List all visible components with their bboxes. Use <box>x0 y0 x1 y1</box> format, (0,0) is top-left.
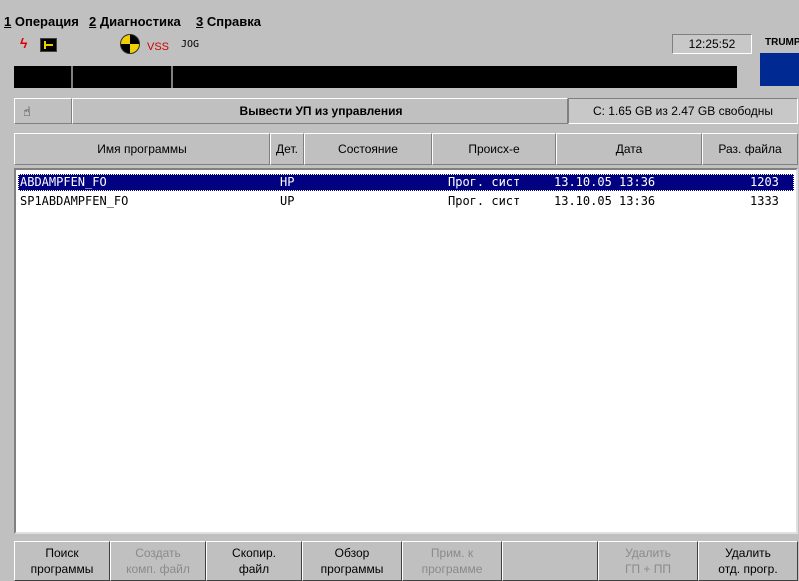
softkey-bar: Поиск программы Создать комп. файл Скопи… <box>14 541 798 581</box>
softkey-label: Прим. к <box>430 546 474 560</box>
vss-label: VSS <box>147 41 170 53</box>
row-date: 13.10.05 13:36 <box>554 175 656 189</box>
table-row[interactable]: SP1ABDAMPFEN_FO UP Прог. сист 13.10.05 1… <box>18 193 794 210</box>
col-header-name[interactable]: Имя программы <box>14 133 270 165</box>
browse-program-button[interactable]: Обзор программы <box>302 541 402 581</box>
col-header-date[interactable]: Дата <box>556 133 702 165</box>
clock-display: 12:25:52 <box>672 34 752 54</box>
softkey-label: комп. файл <box>126 562 190 576</box>
message-bar-divider <box>171 66 173 88</box>
row-date: 13.10.05 13:36 <box>554 194 656 208</box>
menu-operation[interactable]: 1 Операция <box>4 14 79 29</box>
message-bar-divider <box>71 66 73 88</box>
copy-file-button[interactable]: Скопир. файл <box>206 541 302 581</box>
col-header-state[interactable]: Состояние <box>304 133 432 165</box>
row-origin: Прог. сист <box>448 194 521 208</box>
softkey-label: Скопир. <box>232 546 276 560</box>
menu-diagnostics[interactable]: 2 Диагностика <box>89 14 181 29</box>
row-part: HP <box>280 175 295 189</box>
col-header-part[interactable]: Дет. <box>270 133 304 165</box>
softkey-label: Поиск <box>45 546 79 560</box>
program-note-button[interactable]: Прим. к программе <box>402 541 502 581</box>
menu-help[interactable]: 3 Справка <box>196 14 261 29</box>
brand-logo: TRUMPF <box>765 37 799 48</box>
row-size: 1333 <box>750 194 779 208</box>
row-origin: Прог. сист <box>448 175 521 189</box>
empty-softkey[interactable] <box>502 541 598 581</box>
alarm-flash-icon: ϟ <box>20 35 28 51</box>
softkey-label: Обзор <box>334 546 370 560</box>
col-header-size[interactable]: Раз. файла <box>702 133 798 165</box>
status-row: ϟ VSS JOG 12:25:52 TRUMPF <box>14 33 799 86</box>
hand-button[interactable]: ☝ <box>14 98 72 124</box>
row-part: UP <box>280 194 295 208</box>
title-row: ☝ Вывести УП из управления C: 1.65 GB из… <box>14 98 798 124</box>
page-title: Вывести УП из управления <box>239 104 403 118</box>
row-name: ABDAMPFEN_FO <box>20 175 107 189</box>
menu-bar: 1 Операция 2 Диагностика 3 Справка <box>0 0 799 31</box>
softkey-label: Создать <box>135 546 181 560</box>
message-bar <box>14 66 737 88</box>
mode-label: JOG <box>181 39 200 50</box>
softkey-label: Удалить <box>725 546 771 560</box>
program-list[interactable]: ABDAMPFEN_FO HP Прог. сист 13.10.05 13:3… <box>14 168 798 534</box>
door-interlock-icon <box>40 38 57 52</box>
row-name: SP1ABDAMPFEN_FO <box>20 194 129 208</box>
softkey-label: файл <box>238 562 270 576</box>
vss-indicator-icon <box>120 34 140 54</box>
col-header-origin[interactable]: Происх-е <box>432 133 556 165</box>
column-headers: Имя программы Дет. Состояние Происх-е Да… <box>14 133 798 165</box>
softkey-label: программы <box>320 562 384 576</box>
delete-main-sub-button[interactable]: Удалить ГП + ПП <box>598 541 698 581</box>
brand-logo-box <box>760 53 799 86</box>
table-row[interactable]: ABDAMPFEN_FO HP Прог. сист 13.10.05 13:3… <box>18 174 794 191</box>
page-title-panel: Вывести УП из управления <box>72 98 568 124</box>
create-comp-file-button[interactable]: Создать комп. файл <box>110 541 206 581</box>
softkey-label: программе <box>421 562 483 576</box>
softkey-label: программы <box>30 562 94 576</box>
softkey-label: ГП + ПП <box>624 562 672 576</box>
delete-single-program-button[interactable]: Удалить отд. прогр. <box>698 541 798 581</box>
softkey-label: отд. прогр. <box>718 562 778 576</box>
search-program-button[interactable]: Поиск программы <box>14 541 110 581</box>
row-size: 1203 <box>750 175 779 189</box>
disk-space-info: C: 1.65 GB из 2.47 GB свободны <box>568 98 798 124</box>
softkey-label: Удалить <box>625 546 671 560</box>
hand-icon: ☝ <box>23 104 31 119</box>
